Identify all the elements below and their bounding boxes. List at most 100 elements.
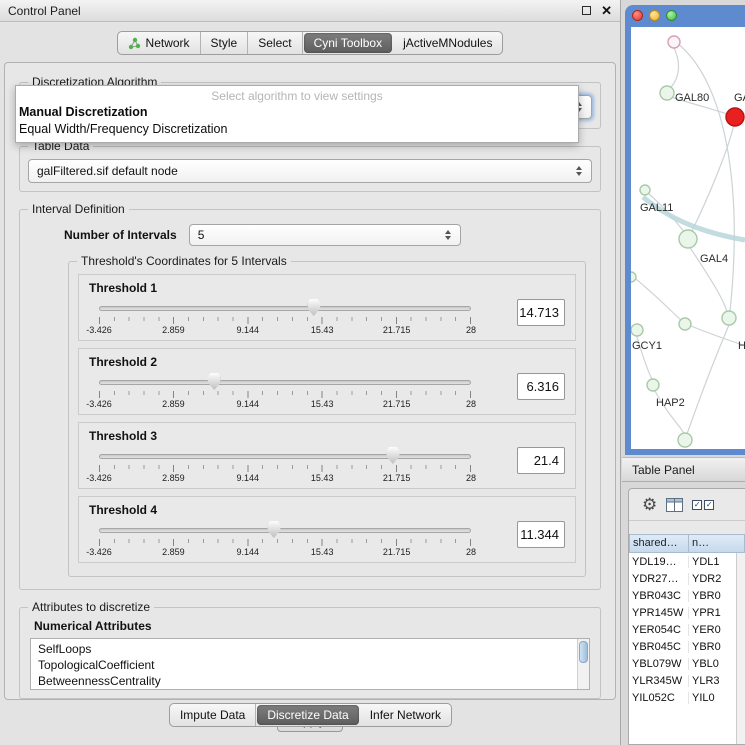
table-panel-window: ⚙ ✓ ✓ shared… n… YDL19…YDL1YDR27…YDR2YBR… (628, 488, 745, 745)
close-icon[interactable]: ✕ (601, 4, 612, 17)
tab-infer-network[interactable]: Infer Network (360, 704, 451, 726)
list-item[interactable]: TopologicalCoefficient (38, 657, 575, 673)
table-row[interactable]: YPR145WYPR1 (629, 604, 736, 621)
column-layout-icon[interactable] (666, 498, 683, 512)
group-title: Interval Definition (28, 202, 129, 216)
close-traffic-icon[interactable] (632, 10, 643, 21)
node-label: GA (734, 92, 745, 104)
dropdown-option-manual-discretization[interactable]: Manual Discretization (16, 104, 578, 121)
network-node[interactable] (640, 185, 650, 195)
threshold-value-field[interactable]: 6.316 (517, 373, 565, 400)
tab-label: Discretize Data (267, 708, 348, 722)
network-node[interactable] (679, 318, 691, 330)
column-header-shared-name[interactable]: shared… (629, 534, 689, 553)
node-label: H (738, 340, 745, 352)
network-node[interactable] (660, 86, 674, 100)
bottom-tabbar: Impute Data Discretize Data Infer Networ… (0, 703, 621, 727)
slider-track[interactable] (99, 306, 471, 311)
table-row[interactable]: YLR345WYLR3 (629, 672, 736, 689)
threshold-slider[interactable]: -3.4262.8599.14415.4321.71528 (99, 519, 471, 560)
table-cell: YIL0 (688, 692, 736, 704)
tick-label: -3.426 (86, 325, 112, 335)
tab-label: Style (211, 36, 238, 50)
network-node[interactable] (631, 324, 643, 336)
minimize-traffic-icon[interactable] (649, 10, 660, 21)
slider-tick-labels: -3.4262.8599.14415.4321.71528 (99, 473, 471, 485)
threshold-value-field[interactable]: 14.713 (517, 299, 565, 326)
network-node[interactable] (647, 379, 659, 391)
slider-thumb[interactable] (208, 373, 221, 390)
table-row[interactable]: YDL19…YDL1 (629, 553, 736, 570)
slider-track[interactable] (99, 380, 471, 385)
tick-label: 15.43 (311, 325, 334, 335)
dropdown-option-equal-width-frequency[interactable]: Equal Width/Frequency Discretization (16, 121, 578, 138)
scrollbar-thumb[interactable] (579, 641, 588, 663)
network-canvas[interactable]: GAL80 GA GAL11 GAL4 GCY1 H HAP2 (631, 27, 745, 449)
table-toolbar: ⚙ ✓ ✓ (629, 489, 745, 521)
float-window-icon[interactable] (582, 6, 591, 15)
tick-label: -3.426 (86, 547, 112, 557)
tick-label: 2.859 (162, 325, 185, 335)
list-scrollbar[interactable] (577, 639, 589, 689)
table-row[interactable]: YIL052CYIL0 (629, 689, 736, 706)
attributes-group: Attributes to discretize Numerical Attri… (19, 600, 601, 699)
tick-label: -3.426 (86, 399, 112, 409)
threshold-value-field[interactable]: 21.4 (517, 447, 565, 474)
combo-stepper-icon (441, 230, 455, 240)
tab-impute-data[interactable]: Impute Data (170, 704, 256, 726)
tab-cyni-toolbox[interactable]: Cyni Toolbox (304, 33, 392, 53)
table-row[interactable]: YBL079WYBL0 (629, 655, 736, 672)
table-panel-title: Table Panel (632, 463, 695, 477)
tab-style[interactable]: Style (201, 32, 249, 54)
node-label: HAP2 (656, 397, 685, 409)
control-panel-titlebar: Control Panel ✕ (0, 0, 620, 22)
numerical-attributes-list[interactable]: SelfLoopsTopologicalCoefficientBetweenne… (30, 638, 590, 690)
number-of-intervals-combobox[interactable]: 5 (189, 224, 461, 246)
tab-discretize-data[interactable]: Discretize Data (257, 705, 358, 725)
slider-track[interactable] (99, 454, 471, 459)
table-cell: YER054C (629, 624, 688, 636)
table-scrollbar[interactable] (736, 553, 745, 744)
checkbox-icon: ✓ (704, 500, 714, 510)
table-header-row: shared… n… (629, 534, 745, 553)
threshold-label: Threshold 2 (89, 355, 567, 369)
cyni-toolbox-panel: Discretization Algorithm Select algorith… (4, 62, 616, 700)
network-node[interactable] (631, 272, 636, 282)
network-view-window: GAL80 GA GAL11 GAL4 GCY1 H HAP2 (625, 5, 745, 455)
table-row[interactable]: YER054CYER0 (629, 621, 736, 638)
table-row[interactable]: YBR045CYBR0 (629, 638, 736, 655)
window-title: Control Panel (8, 4, 81, 18)
tab-network[interactable]: Network (118, 32, 201, 54)
threshold-slider[interactable]: -3.4262.8599.14415.4321.71528 (99, 371, 471, 412)
table-row[interactable]: YBR043CYBR0 (629, 587, 736, 604)
selected-network-node[interactable] (726, 108, 744, 126)
network-node[interactable] (679, 230, 697, 248)
table-cell: YBR045C (629, 641, 688, 653)
network-node[interactable] (722, 311, 736, 325)
gear-icon[interactable]: ⚙ (642, 496, 657, 513)
tab-jactivemnodules[interactable]: jActiveMNodules (393, 32, 502, 54)
tick-label: 2.859 (162, 399, 185, 409)
tick-label: 28 (466, 473, 476, 483)
network-node[interactable] (678, 433, 692, 447)
table-data-combobox[interactable]: galFiltered.sif default node (28, 159, 592, 183)
threshold-value-field[interactable]: 11.344 (517, 521, 565, 548)
network-node[interactable] (668, 36, 680, 48)
list-item[interactable]: SelfLoops (38, 641, 575, 657)
table-cell: YDR2 (688, 573, 736, 585)
slider-track[interactable] (99, 528, 471, 533)
table-row[interactable]: YDR27…YDR2 (629, 570, 736, 587)
tab-select[interactable]: Select (248, 32, 302, 54)
column-header-name[interactable]: n… (689, 534, 745, 553)
tick-label: 21.715 (383, 399, 411, 409)
table-cell: YBR0 (688, 590, 736, 602)
slider-thumb[interactable] (307, 299, 320, 316)
slider-thumb[interactable] (386, 447, 399, 464)
zoom-traffic-icon[interactable] (666, 10, 677, 21)
list-item[interactable]: BetweennessCentrality (38, 673, 575, 689)
slider-thumb[interactable] (267, 521, 280, 538)
threshold-slider[interactable]: -3.4262.8599.14415.4321.71528 (99, 297, 471, 338)
threshold-slider[interactable]: -3.4262.8599.14415.4321.71528 (99, 445, 471, 486)
network-icon (128, 37, 141, 50)
select-rows-icons[interactable]: ✓ ✓ (692, 500, 714, 510)
